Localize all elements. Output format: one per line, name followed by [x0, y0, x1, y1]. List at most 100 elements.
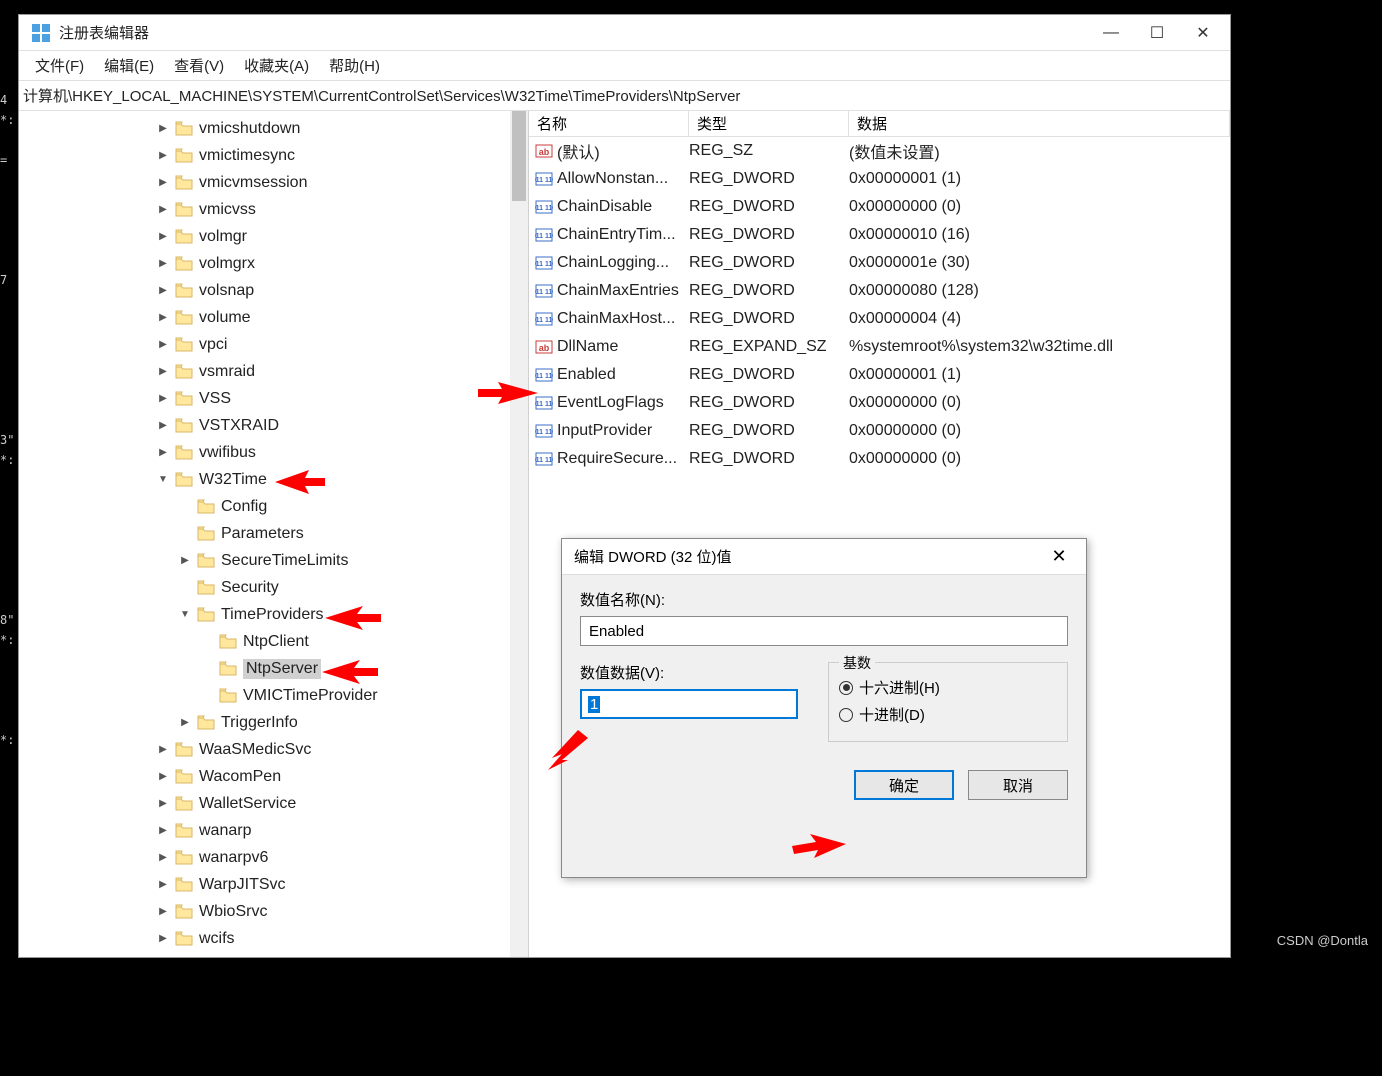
tree-item-vmictimesync[interactable]: ▶vmictimesync	[19, 142, 528, 169]
expand-icon[interactable]: ▶	[157, 906, 169, 917]
tree-item-volume[interactable]: ▶volume	[19, 304, 528, 331]
menu-help[interactable]: 帮助(H)	[319, 51, 390, 80]
expand-icon[interactable]: ▶	[157, 231, 169, 242]
radio-hex[interactable]	[839, 681, 853, 695]
expand-icon[interactable]: ▶	[157, 879, 169, 890]
value-row[interactable]: 011 110AllowNonstan...REG_DWORD0x0000000…	[529, 165, 1230, 193]
tree-item-config[interactable]: Config	[19, 493, 528, 520]
expand-icon[interactable]: ▶	[157, 177, 169, 188]
collapse-icon[interactable]: ▼	[157, 474, 169, 485]
minimize-button[interactable]: —	[1088, 18, 1134, 48]
tree-item-vmicshutdown[interactable]: ▶vmicshutdown	[19, 115, 528, 142]
cancel-button[interactable]: 取消	[968, 770, 1068, 800]
value-row[interactable]: 011 110ChainMaxEntriesREG_DWORD0x0000008…	[529, 277, 1230, 305]
tree-item-volsnap[interactable]: ▶volsnap	[19, 277, 528, 304]
menu-view[interactable]: 查看(V)	[164, 51, 234, 80]
expand-icon[interactable]: ▶	[157, 420, 169, 431]
values-list[interactable]: ab(默认)REG_SZ(数值未设置)011 110AllowNonstan..…	[529, 137, 1230, 473]
expand-icon[interactable]: ▶	[157, 771, 169, 782]
tree-item-walletservice[interactable]: ▶WalletService	[19, 790, 528, 817]
dialog-close-button[interactable]: ✕	[1044, 546, 1074, 567]
tree-item-wbiosrvc[interactable]: ▶WbioSrvc	[19, 898, 528, 925]
value-row[interactable]: abDllNameREG_EXPAND_SZ%systemroot%\syste…	[529, 333, 1230, 361]
tree-item-security[interactable]: Security	[19, 574, 528, 601]
expand-icon[interactable]: ▶	[157, 150, 169, 161]
header-name[interactable]: 名称	[529, 111, 689, 136]
address-bar[interactable]: 计算机\HKEY_LOCAL_MACHINE\SYSTEM\CurrentCon…	[19, 81, 1230, 111]
value-data-input[interactable]: 1	[580, 689, 798, 719]
regedit-app-icon	[31, 23, 51, 43]
expand-icon[interactable]: ▶	[157, 366, 169, 377]
expand-icon[interactable]: ▶	[157, 285, 169, 296]
value-row[interactable]: ab(默认)REG_SZ(数值未设置)	[529, 137, 1230, 165]
tree-item-parameters[interactable]: Parameters	[19, 520, 528, 547]
value-row[interactable]: 011 110ChainMaxHost...REG_DWORD0x0000000…	[529, 305, 1230, 333]
expand-icon[interactable]: ▶	[157, 447, 169, 458]
maximize-button[interactable]: ☐	[1134, 18, 1180, 48]
tree-item-volmgrx[interactable]: ▶volmgrx	[19, 250, 528, 277]
collapse-icon[interactable]: ▼	[179, 609, 191, 620]
tree-item-timeproviders[interactable]: ▼TimeProviders	[19, 601, 528, 628]
value-row[interactable]: 011 110EventLogFlagsREG_DWORD0x00000000 …	[529, 389, 1230, 417]
tree-item-vstxraid[interactable]: ▶VSTXRAID	[19, 412, 528, 439]
tree-item-waasmedicsvc[interactable]: ▶WaaSMedicSvc	[19, 736, 528, 763]
scrollbar-thumb[interactable]	[512, 111, 526, 201]
value-row[interactable]: 011 110EnabledREG_DWORD0x00000001 (1)	[529, 361, 1230, 389]
tree-item-vmicvmsession[interactable]: ▶vmicvmsession	[19, 169, 528, 196]
header-type[interactable]: 类型	[689, 111, 849, 136]
menu-file[interactable]: 文件(F)	[25, 51, 94, 80]
expand-icon[interactable]: ▶	[179, 555, 191, 566]
tree-item-w32time[interactable]: ▼W32Time	[19, 466, 528, 493]
tree-item-wanarpv6[interactable]: ▶wanarpv6	[19, 844, 528, 871]
tree-item-ntpclient[interactable]: NtpClient	[19, 628, 528, 655]
expand-icon[interactable]: ▶	[157, 852, 169, 863]
expand-icon[interactable]: ▶	[157, 339, 169, 350]
value-row[interactable]: 011 110ChainLogging...REG_DWORD0x0000001…	[529, 249, 1230, 277]
menu-favorites[interactable]: 收藏夹(A)	[234, 51, 319, 80]
menu-edit[interactable]: 编辑(E)	[94, 51, 164, 80]
radio-hex-row[interactable]: 十六进制(H)	[839, 677, 1057, 698]
expand-icon[interactable]: ▶	[157, 393, 169, 404]
expand-icon[interactable]: ▶	[157, 312, 169, 323]
tree-item-wanarp[interactable]: ▶wanarp	[19, 817, 528, 844]
tree-scrollbar[interactable]	[510, 111, 528, 957]
value-row[interactable]: 011 110ChainDisableREG_DWORD0x00000000 (…	[529, 193, 1230, 221]
tree-item-ntpserver[interactable]: NtpServer	[19, 655, 528, 682]
ok-button[interactable]: 确定	[854, 770, 954, 800]
tree-item-vsmraid[interactable]: ▶vsmraid	[19, 358, 528, 385]
tree-item-wcifs[interactable]: ▶wcifs	[19, 925, 528, 952]
header-data[interactable]: 数据	[849, 111, 1230, 136]
tree-item-vwifibus[interactable]: ▶vwifibus	[19, 439, 528, 466]
folder-icon	[197, 499, 215, 514]
tree-item-vmicvss[interactable]: ▶vmicvss	[19, 196, 528, 223]
radio-dec-row[interactable]: 十进制(D)	[839, 704, 1057, 725]
expand-icon[interactable]: ▶	[157, 258, 169, 269]
expand-icon[interactable]: ▶	[157, 825, 169, 836]
expand-icon[interactable]: ▶	[157, 123, 169, 134]
value-data: 0x00000000 (0)	[849, 422, 1230, 440]
expand-icon[interactable]: ▶	[157, 744, 169, 755]
value-row[interactable]: 011 110RequireSecure...REG_DWORD0x000000…	[529, 445, 1230, 473]
tree-item-triggerinfo[interactable]: ▶TriggerInfo	[19, 709, 528, 736]
expand-icon[interactable]: ▶	[157, 933, 169, 944]
expand-icon[interactable]: ▶	[179, 717, 191, 728]
tree-item-vmictimeprovider[interactable]: VMICTimeProvider	[19, 682, 528, 709]
value-row[interactable]: 011 110InputProviderREG_DWORD0x00000000 …	[529, 417, 1230, 445]
value-row[interactable]: 011 110ChainEntryTim...REG_DWORD0x000000…	[529, 221, 1230, 249]
radio-dec[interactable]	[839, 708, 853, 722]
tree-item-vpci[interactable]: ▶vpci	[19, 331, 528, 358]
tree-item-vss[interactable]: ▶VSS	[19, 385, 528, 412]
menubar: 文件(F) 编辑(E) 查看(V) 收藏夹(A) 帮助(H)	[19, 51, 1230, 81]
expand-icon[interactable]: ▶	[157, 204, 169, 215]
tree-item-securetimelimits[interactable]: ▶SecureTimeLimits	[19, 547, 528, 574]
value-name: RequireSecure...	[557, 450, 689, 468]
list-header[interactable]: 名称 类型 数据	[529, 111, 1230, 137]
dialog-titlebar[interactable]: 编辑 DWORD (32 位)值 ✕	[562, 539, 1086, 575]
expand-icon[interactable]: ▶	[157, 798, 169, 809]
tree-item-volmgr[interactable]: ▶volmgr	[19, 223, 528, 250]
titlebar[interactable]: 注册表编辑器 — ☐ ✕	[19, 15, 1230, 51]
registry-tree[interactable]: ▶vmicshutdown▶vmictimesync▶vmicvmsession…	[19, 111, 528, 952]
close-button[interactable]: ✕	[1180, 18, 1226, 48]
tree-item-warpjitsvc[interactable]: ▶WarpJITSvc	[19, 871, 528, 898]
tree-item-wacompen[interactable]: ▶WacomPen	[19, 763, 528, 790]
